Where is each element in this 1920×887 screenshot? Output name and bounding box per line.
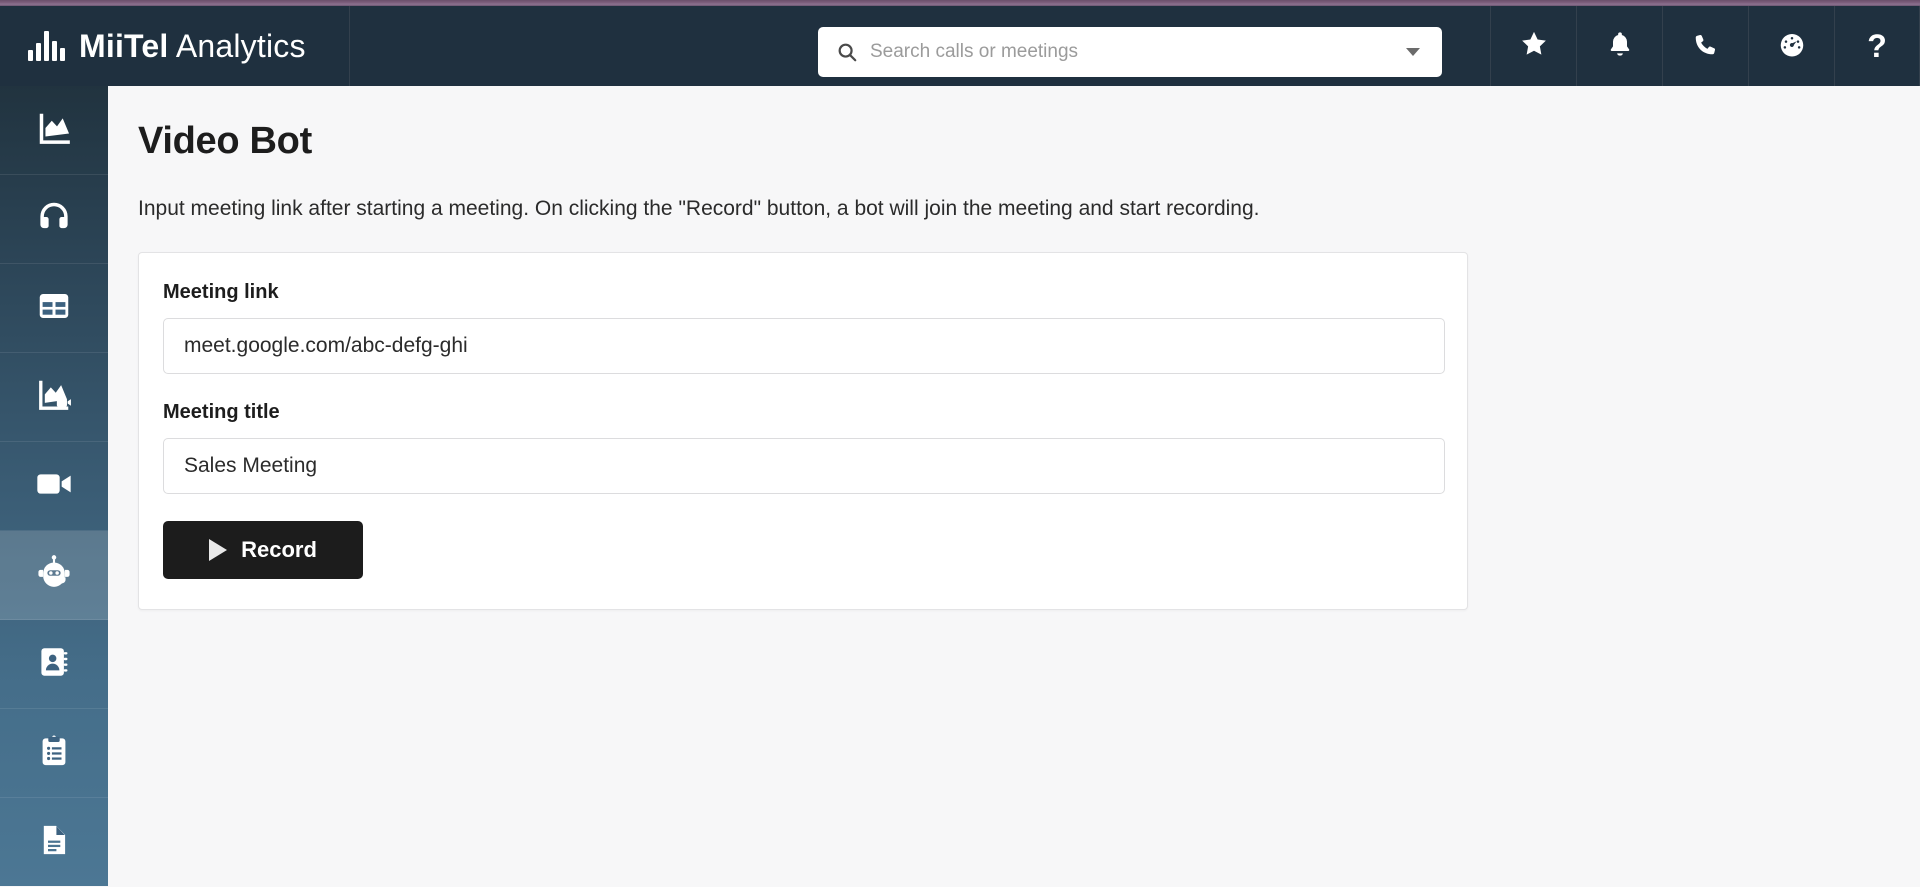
sidebar-item-video-analytics[interactable]: [0, 353, 108, 442]
sidebar-item-video-bot[interactable]: [0, 531, 108, 620]
play-icon: [209, 539, 228, 561]
brand-name: MiiTel Analytics: [79, 28, 306, 65]
search-container: [818, 27, 1442, 77]
phone-icon: [1692, 30, 1720, 63]
record-button-label: Record: [241, 537, 317, 562]
main-content: Video Bot Input meeting link after start…: [108, 86, 1920, 886]
sidebar-item-calls[interactable]: [0, 175, 108, 264]
star-icon: [1519, 29, 1549, 64]
document-icon: [36, 822, 72, 863]
sidebar-item-analytics[interactable]: [0, 86, 108, 175]
address-book-icon: [36, 644, 72, 685]
sidebar-item-reports[interactable]: [0, 709, 108, 798]
sidebar: [0, 86, 108, 887]
sidebar-item-meetings[interactable]: [0, 442, 108, 531]
sidebar-item-tables[interactable]: [0, 264, 108, 353]
app-header: MiiTel Analytics Search calls or meeting…: [0, 6, 1920, 86]
headphones-icon: [35, 198, 73, 241]
bell-icon: [1606, 30, 1634, 63]
page-description: Input meeting link after starting a meet…: [138, 197, 1260, 220]
record-button[interactable]: Record: [163, 521, 363, 579]
header-actions: ?: [1490, 6, 1920, 86]
chevron-down-icon[interactable]: [1406, 48, 1420, 56]
meeting-link-label: Meeting link: [163, 281, 279, 303]
sidebar-item-documents[interactable]: [0, 798, 108, 887]
meeting-title-label: Meeting title: [163, 401, 280, 423]
meeting-title-input[interactable]: [163, 438, 1445, 494]
page-title: Video Bot: [138, 120, 312, 162]
waveform-logo-icon: [28, 31, 65, 61]
gauge-icon: [1777, 29, 1807, 64]
notifications-button[interactable]: [1576, 6, 1662, 86]
video-bot-form-card: Meeting link Meeting title Record: [138, 252, 1468, 610]
area-chart-icon: [35, 109, 73, 152]
search-box[interactable]: [818, 27, 1442, 77]
favorites-button[interactable]: [1490, 6, 1576, 86]
brand-logo[interactable]: MiiTel Analytics: [0, 6, 350, 86]
brand-name-light: Analytics: [175, 27, 306, 64]
brand-name-bold: MiiTel: [79, 27, 169, 64]
dashboard-button[interactable]: [1748, 6, 1834, 86]
search-icon: [836, 41, 858, 63]
clipboard-list-icon: [36, 733, 72, 774]
question-mark-icon: ?: [1867, 28, 1887, 64]
search-input[interactable]: [870, 41, 1398, 63]
sidebar-item-contacts[interactable]: [0, 620, 108, 709]
calls-button[interactable]: [1662, 6, 1748, 86]
table-grid-icon: [36, 288, 72, 329]
chart-video-icon: [35, 376, 73, 419]
meeting-link-input[interactable]: [163, 318, 1445, 374]
video-camera-icon: [34, 464, 74, 509]
robot-icon: [33, 552, 75, 599]
help-button[interactable]: ?: [1834, 6, 1920, 86]
